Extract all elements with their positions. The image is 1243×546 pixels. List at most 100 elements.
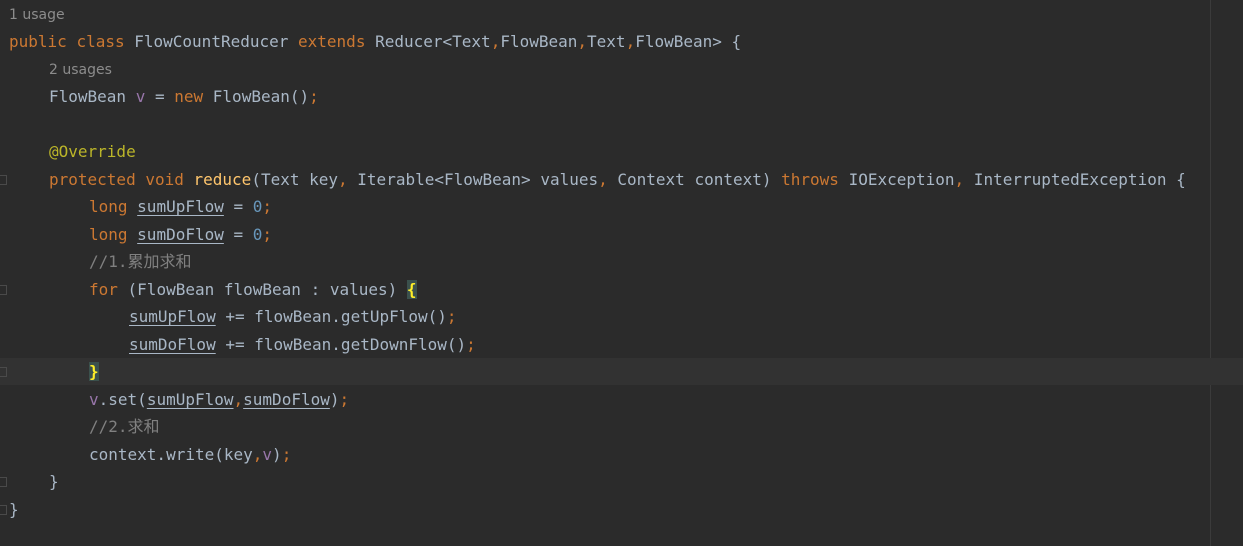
keyword: public: [9, 32, 67, 51]
keyword: long: [89, 225, 128, 244]
matched-brace: }: [89, 362, 99, 381]
keyword: for: [89, 280, 118, 299]
code-line[interactable]: long sumDoFlow = 0;: [0, 221, 1243, 248]
current-code-line[interactable]: }: [0, 358, 1243, 385]
fold-marker-icon[interactable]: [0, 367, 7, 377]
semicolon: ;: [262, 225, 273, 244]
statement: v.set(sumUpFlow,sumDoFlow);: [89, 386, 349, 413]
fold-marker-icon[interactable]: [0, 285, 7, 295]
type-text: Reducer<Text: [375, 32, 491, 51]
paren: ): [329, 390, 340, 409]
method-name: reduce: [193, 170, 252, 189]
field-name: v: [89, 390, 99, 409]
comma: ,: [490, 32, 501, 51]
comma: ,: [598, 170, 608, 189]
operator: =: [223, 197, 253, 216]
class-name: FlowCountReducer: [134, 32, 289, 51]
type-text: FlowBean: [49, 87, 127, 106]
code-line[interactable]: long sumUpFlow = 0;: [0, 193, 1243, 220]
variable-name: sumUpFlow: [129, 307, 216, 326]
statement: sumDoFlow += flowBean.getDownFlow();: [129, 331, 476, 358]
fold-marker-icon[interactable]: [0, 477, 7, 487]
statement: context.write(key,v);: [89, 441, 291, 468]
variable-declaration: long sumDoFlow = 0;: [89, 221, 272, 248]
keyword: protected: [49, 170, 136, 189]
type-text: FlowBean: [500, 32, 578, 51]
code-line[interactable]: [0, 111, 1243, 138]
comma: ,: [954, 170, 965, 189]
comma: ,: [233, 390, 244, 409]
semicolon: ;: [309, 87, 319, 106]
method-call: .set(: [98, 390, 147, 409]
fold-marker-icon[interactable]: [0, 175, 7, 185]
method-declaration: protected void reduce(Text key, Iterable…: [49, 166, 1186, 193]
semicolon: ;: [446, 307, 457, 326]
for-statement: for (FlowBean flowBean : values) {: [89, 276, 417, 303]
code-line[interactable]: protected void reduce(Text key, Iterable…: [0, 166, 1243, 193]
code-line[interactable]: }: [0, 496, 1243, 523]
comma: ,: [338, 170, 348, 189]
code-line[interactable]: }: [0, 468, 1243, 495]
code-line[interactable]: //1.累加求和: [0, 248, 1243, 275]
code-line[interactable]: sumUpFlow += flowBean.getUpFlow();: [0, 303, 1243, 330]
expression: += flowBean.getUpFlow(): [215, 307, 447, 326]
method-close-brace: }: [49, 472, 59, 491]
keyword: throws: [781, 170, 839, 189]
keyword: class: [76, 32, 125, 51]
field-declaration: FlowBean v = new FlowBean();: [49, 83, 319, 110]
annotation: @Override: [49, 142, 136, 161]
constructor-call: FlowBean(): [203, 87, 310, 106]
param: (Text key: [251, 170, 339, 189]
variable-name: sumDoFlow: [243, 390, 330, 409]
keyword: new: [174, 87, 204, 106]
code-line[interactable]: @Override: [0, 138, 1243, 165]
type-text: Text: [587, 32, 626, 51]
statement: }: [89, 358, 99, 385]
semicolon: ;: [339, 390, 350, 409]
code-line[interactable]: sumDoFlow += flowBean.getDownFlow();: [0, 331, 1243, 358]
paren: ): [272, 445, 282, 464]
code-line[interactable]: 1 usage: [0, 2, 1243, 29]
code-editor[interactable]: 1 usage public class FlowCountReducer ex…: [0, 0, 1243, 546]
semicolon: ;: [466, 335, 476, 354]
code-line[interactable]: public class FlowCountReducer extends Re…: [0, 28, 1243, 55]
code-line[interactable]: //2.求和: [0, 413, 1243, 440]
usage-hint[interactable]: 2 usages: [49, 57, 112, 84]
code-line[interactable]: for (FlowBean flowBean : values) {: [0, 276, 1243, 303]
code-line[interactable]: v.set(sumUpFlow,sumDoFlow);: [0, 386, 1243, 413]
variable-name: sumDoFlow: [129, 335, 216, 354]
semicolon: ;: [262, 197, 273, 216]
class-declaration: public class FlowCountReducer extends Re…: [9, 28, 741, 55]
usage-hint[interactable]: 1 usage: [9, 2, 65, 29]
comma: ,: [252, 445, 263, 464]
number-literal: 0: [252, 197, 263, 216]
variable-name: sumDoFlow: [137, 225, 224, 244]
exception-type: IOException: [838, 170, 955, 189]
class-close-brace: }: [9, 500, 19, 519]
param: Context context): [607, 170, 782, 189]
field-name: v: [135, 87, 146, 106]
expression: += flowBean.getDownFlow(): [215, 335, 467, 354]
field-name: v: [262, 445, 273, 464]
method-call: context.write(key: [89, 445, 253, 464]
operator: =: [145, 87, 175, 106]
code-line[interactable]: context.write(key,v);: [0, 441, 1243, 468]
variable-name: sumUpFlow: [146, 390, 234, 409]
exception-type: InterruptedException {: [964, 170, 1186, 189]
operator: =: [223, 225, 253, 244]
number-literal: 0: [252, 225, 263, 244]
comma: ,: [577, 32, 588, 51]
keyword: long: [89, 197, 128, 216]
type-text: FlowBean> {: [635, 32, 742, 51]
code-line[interactable]: 2 usages: [0, 57, 1243, 84]
for-header: (FlowBean flowBean : values): [117, 280, 407, 299]
semicolon: ;: [281, 445, 292, 464]
fold-marker-icon[interactable]: [0, 505, 7, 515]
param: Iterable<FlowBean> values: [347, 170, 599, 189]
comma: ,: [625, 32, 636, 51]
comment: //2.求和: [89, 417, 160, 436]
comment: //1.累加求和: [89, 252, 192, 271]
keyword: void: [145, 170, 184, 189]
matched-brace: {: [406, 280, 417, 299]
code-line[interactable]: FlowBean v = new FlowBean();: [0, 83, 1243, 110]
